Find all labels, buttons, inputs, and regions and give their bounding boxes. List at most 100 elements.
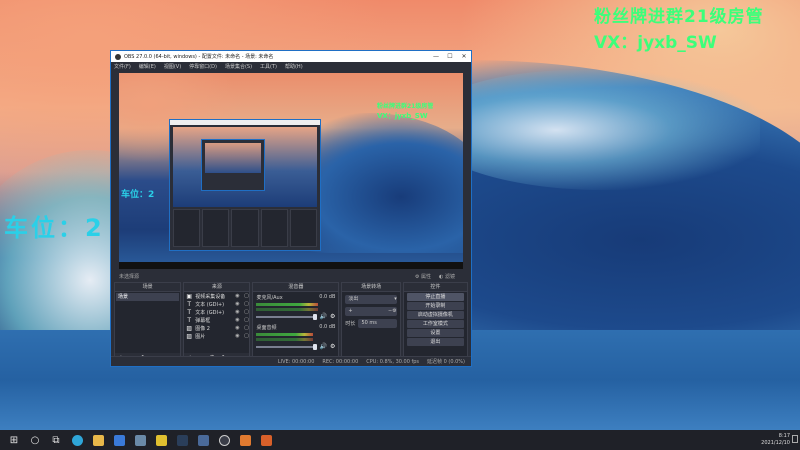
speaker-icon[interactable]: 🔊 [320, 313, 327, 320]
fans-group-overlay: 粉丝牌进群21级房管 [594, 7, 764, 27]
volume-meter [256, 303, 319, 306]
studio-mode-button[interactable]: 工作室模式 [406, 320, 464, 328]
app-icon[interactable] [196, 433, 210, 447]
speaker-icon[interactable]: 🔊 [320, 343, 327, 350]
menu-tools[interactable]: 工具(T) [260, 63, 277, 70]
source-item[interactable]: T 文本 (GDI+) ◉ ▢ [184, 300, 249, 308]
lock-icon[interactable]: ▢ [243, 317, 249, 323]
source-name: 弹幕框 [195, 317, 211, 324]
exit-button[interactable]: 退出 [406, 338, 464, 346]
mixer-header: 混音器 [253, 283, 339, 292]
maximize-button[interactable]: ☐ [443, 53, 457, 60]
properties-button[interactable]: ⚙ 属性 [415, 273, 431, 280]
volume-slider[interactable] [256, 313, 317, 320]
start-recording-button[interactable]: 开始录制 [406, 302, 464, 310]
preview-canvas[interactable]: 粉丝牌进群21级房管 VX：jyxb_SW 车位：2 [119, 73, 463, 269]
store-icon[interactable] [112, 433, 126, 447]
menu-edit[interactable]: 编辑(E) [139, 63, 156, 70]
preview-vx-overlay: VX：jyxb_SW [377, 112, 428, 120]
preview-fans-overlay: 粉丝牌进群21级房管 [377, 103, 434, 110]
lock-icon[interactable]: ▢ [243, 301, 249, 307]
visibility-eye-icon[interactable]: ◉ [234, 317, 240, 323]
windows-start-icon[interactable]: ⊞ [7, 433, 21, 447]
app-icon[interactable] [133, 433, 147, 447]
duration-input[interactable]: 50 ms [358, 319, 397, 328]
virtual-camera-button[interactable]: 启动虚拟摄像机 [406, 311, 464, 319]
gear-icon[interactable]: ⚙ [330, 313, 335, 320]
volume-slider[interactable] [256, 343, 317, 350]
source-name: 图像 2 [195, 325, 210, 332]
obs-taskbar-icon[interactable] [217, 433, 231, 447]
visibility-eye-icon[interactable]: ◉ [234, 293, 240, 299]
menu-docks[interactable]: 停靠窗口(D) [189, 63, 217, 70]
controls-body: 停止直播 开始录制 启动虚拟摄像机 工作室模式 设置 退出 [403, 292, 467, 363]
scenes-header: 场景 [115, 283, 181, 292]
transition-settings-icon[interactable]: ⚙ [392, 307, 396, 316]
source-item[interactable]: T 弹幕框 ◉ ▢ [184, 316, 249, 324]
lock-icon[interactable]: ▢ [243, 325, 249, 331]
volume-slider-knob[interactable] [312, 313, 317, 320]
task-view-icon[interactable]: ⧉ [49, 433, 63, 447]
controls-header: 控件 [403, 283, 467, 292]
visibility-eye-icon[interactable]: ◉ [234, 301, 240, 307]
game-app-icon[interactable] [154, 433, 168, 447]
add-transition-icon[interactable]: + [348, 307, 388, 316]
filters-button[interactable]: ◐ 滤镜 [439, 273, 455, 280]
source-toolbar: 未选择源 ⚙ 属性 ◐ 滤镜 [119, 271, 463, 281]
system-clock[interactable]: 8:17 2021/12/10 [761, 433, 790, 447]
sources-header: 来源 [184, 283, 250, 292]
text-icon: T [187, 316, 192, 324]
source-name: 文本 (GDI+) [195, 301, 225, 308]
nested-preview [173, 127, 317, 207]
transitions-dock: 场景转场 淡出 ▾ + − ⚙ 时长 50 ms [341, 282, 401, 364]
scene-item[interactable]: 场景 [116, 293, 180, 301]
nested-inner-obs [201, 139, 265, 191]
lock-icon[interactable]: ▢ [243, 333, 249, 339]
source-name: 文本 (GDI+) [195, 309, 225, 316]
source-name: 图片 [195, 333, 206, 340]
source-item[interactable]: ▣ 视频采集设备 ◉ ▢ [184, 292, 249, 300]
source-name: 视频采集设备 [195, 293, 226, 300]
window-titlebar[interactable]: OBS 27.0.0 (64-bit, windows) - 配置文件: 未命名… [111, 51, 471, 62]
source-item[interactable]: ▨ 图像 2 ◉ ▢ [184, 324, 249, 332]
edge-browser-icon[interactable] [70, 433, 84, 447]
visibility-eye-icon[interactable]: ◉ [234, 325, 240, 331]
window-title: OBS 27.0.0 (64-bit, windows) - 配置文件: 未命名… [124, 54, 274, 60]
camera-icon: ▣ [186, 292, 193, 300]
notification-icon[interactable] [792, 435, 798, 443]
lock-icon[interactable]: ▢ [243, 293, 249, 299]
source-item[interactable]: T 文本 (GDI+) ◉ ▢ [184, 308, 249, 316]
menu-file[interactable]: 文件(F) [114, 63, 131, 70]
app-icon[interactable] [259, 433, 273, 447]
menu-view[interactable]: 视图(V) [164, 63, 181, 70]
volume-slider-knob[interactable] [312, 343, 317, 350]
docks-row: 场景 场景 + − ⌃ ⌄ 来源 ▣视频采集设备◉▢ T文本 (GDI+)◉▢ … [114, 282, 468, 364]
duration-label: 时长 [345, 321, 356, 327]
close-button[interactable]: ✕ [457, 53, 471, 60]
settings-button[interactable]: 设置 [406, 329, 464, 337]
stop-streaming-button[interactable]: 停止直播 [406, 293, 464, 301]
minimize-button[interactable]: — [429, 53, 443, 60]
live-status: LIVE: 00:00:00 [277, 358, 315, 365]
mixer-body: 麦克风/Aux 0.0 dB 🔊 ⚙ 桌面音频 0.0 dB 🔊 ⚙ [253, 292, 339, 363]
transition-select[interactable]: 淡出 ▾ [345, 295, 397, 304]
sources-list: ▣ 视频采集设备 ◉ ▢ T 文本 (GDI+) ◉ ▢ T 文本 (GDI+) ◉ ▢ T 弹幕框… [184, 292, 250, 353]
lock-icon[interactable]: ▢ [243, 309, 249, 315]
channel-db: 0.0 dB [319, 294, 336, 300]
search-icon[interactable]: ○ [28, 433, 42, 447]
seat-number-overlay: 车位：2 [4, 214, 105, 242]
menu-help[interactable]: 帮助(H) [285, 63, 303, 70]
transition-duration: 时长 50 ms [345, 319, 397, 328]
steam-icon[interactable] [175, 433, 189, 447]
status-bar: LIVE: 00:00:00 REC: 00:00:00 CPU: 0.8%, … [111, 356, 471, 366]
visibility-eye-icon[interactable]: ◉ [234, 309, 240, 315]
visibility-eye-icon[interactable]: ◉ [234, 333, 240, 339]
source-item[interactable]: ▨ 图片 ◉ ▢ [184, 332, 249, 340]
menu-scene-collection[interactable]: 场景集合(S) [225, 63, 252, 70]
gear-icon[interactable]: ⚙ [330, 343, 335, 350]
mixer-channel: 桌面音频 0.0 dB 🔊 ⚙ [253, 322, 338, 352]
text-icon: T [187, 300, 192, 308]
dropped-frames-status: 延迟帧 0 (0.0%) [427, 359, 465, 365]
app-icon[interactable] [238, 433, 252, 447]
file-explorer-icon[interactable] [91, 433, 105, 447]
